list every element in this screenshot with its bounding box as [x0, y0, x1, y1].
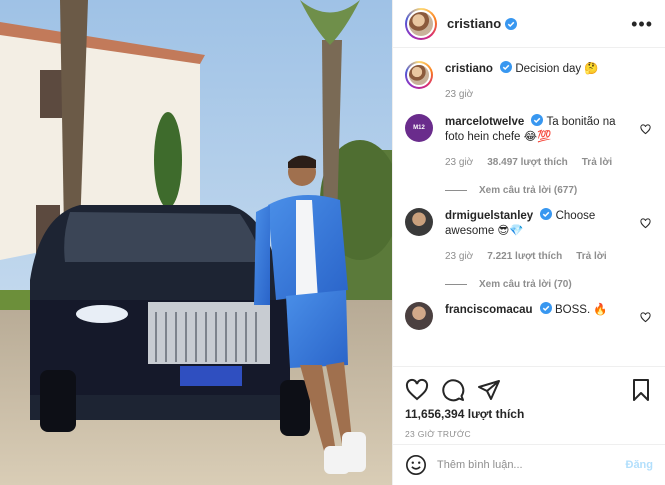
verified-badge-icon [531, 114, 544, 126]
author-avatar-small[interactable] [405, 61, 433, 89]
share-icon[interactable] [477, 378, 501, 402]
post-timestamp[interactable]: 23 GIỜ TRƯỚC [405, 429, 653, 439]
commenter-avatar[interactable]: M12 [405, 114, 433, 142]
post-header: cristiano ••• [393, 0, 665, 48]
post-side-panel: cristiano ••• cristiano Decision day 🤔 2… [392, 0, 665, 485]
add-comment-bar: Đăng [393, 444, 665, 485]
reply-button[interactable]: Trả lời [576, 249, 606, 264]
view-replies-label: Xem câu trả lời (677) [479, 185, 578, 196]
caption-username[interactable]: cristiano [445, 63, 493, 75]
likes-count[interactable]: 11,656,394 lượt thích [405, 407, 653, 421]
verified-badge-icon [505, 17, 518, 30]
comment-username[interactable]: franciscomacau [445, 304, 533, 316]
comment-time[interactable]: 23 giờ [445, 249, 473, 264]
comment-heart-icon[interactable] [640, 124, 651, 135]
comment-likes[interactable]: 7.221 lượt thích [487, 249, 562, 264]
author-username[interactable]: cristiano [447, 16, 501, 31]
comment-username[interactable]: drmiguelstanley [445, 210, 533, 222]
more-options-icon[interactable]: ••• [631, 15, 653, 33]
comments-list[interactable]: cristiano Decision day 🤔 23 giờ M12 marc… [393, 49, 665, 365]
comment-item: drmiguelstanley Choose awesome 😎💎 23 giờ… [393, 196, 665, 264]
comment-time[interactable]: 23 giờ [445, 155, 473, 170]
commenter-avatar[interactable] [405, 302, 433, 330]
verified-badge-icon [500, 61, 513, 73]
view-replies-button[interactable]: Xem câu trả lời (70) [445, 279, 665, 290]
comment-text: BOSS. 🔥 [554, 304, 608, 316]
verified-badge-icon [539, 302, 552, 314]
caption: cristiano Decision day 🤔 23 giờ [393, 49, 665, 102]
comment-heart-icon[interactable] [640, 218, 651, 229]
caption-time[interactable]: 23 giờ [445, 87, 473, 102]
comment-likes[interactable]: 38.497 lượt thích [487, 155, 568, 170]
post-comment-button[interactable]: Đăng [626, 459, 654, 471]
comment-username[interactable]: marcelotwelve [445, 116, 524, 128]
comment-icon[interactable] [441, 378, 465, 402]
reply-button[interactable]: Trả lời [582, 155, 612, 170]
comment-item: franciscomacau BOSS. 🔥 [393, 290, 665, 330]
view-replies-label: Xem câu trả lời (70) [479, 279, 572, 290]
comment-heart-icon[interactable] [640, 312, 651, 323]
heart-icon[interactable] [405, 378, 429, 402]
verified-badge-icon [540, 208, 553, 220]
commenter-avatar[interactable] [405, 208, 433, 236]
comment-item: M12 marcelotwelve Ta bonitão na foto hei… [393, 102, 665, 170]
bookmark-icon[interactable] [629, 378, 653, 402]
emoji-icon[interactable] [405, 454, 427, 476]
post-photo[interactable] [0, 0, 392, 485]
caption-text: Decision day 🤔 [515, 63, 599, 75]
post-image [0, 0, 392, 485]
post-actions: 11,656,394 lượt thích 23 GIỜ TRƯỚC [393, 366, 665, 439]
view-replies-button[interactable]: Xem câu trả lời (677) [445, 185, 665, 196]
comment-input[interactable] [437, 459, 626, 471]
author-avatar[interactable] [405, 7, 437, 40]
